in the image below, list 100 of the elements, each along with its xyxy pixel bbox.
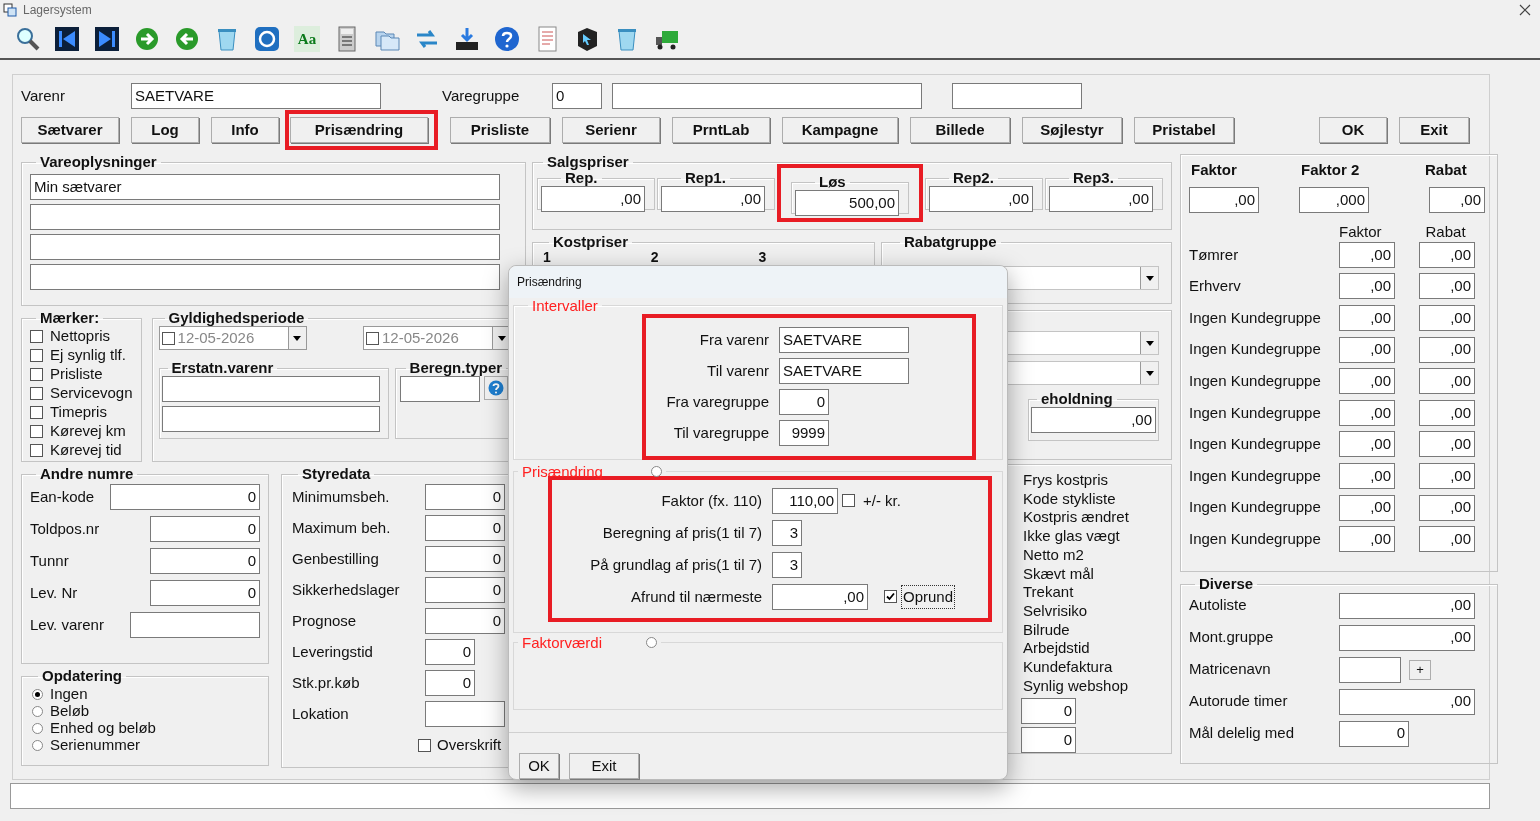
radio-button[interactable]	[32, 689, 43, 700]
close-icon[interactable]	[1519, 4, 1531, 16]
input-field[interactable]: ,000	[1299, 187, 1369, 213]
input-field[interactable]	[161, 406, 380, 432]
input-field[interactable]: 0	[425, 639, 475, 665]
button[interactable]: Søjlestyr	[1022, 117, 1122, 143]
input-field[interactable]	[399, 376, 480, 402]
input-field[interactable]: ,00	[1429, 187, 1485, 213]
radio-button[interactable]	[32, 723, 43, 734]
checkbox[interactable]	[30, 329, 43, 343]
help-icon[interactable]	[494, 26, 520, 52]
input-field[interactable]	[130, 612, 260, 638]
input-field[interactable]: ,00	[1419, 273, 1475, 300]
checkbox[interactable]	[842, 494, 855, 508]
input-field[interactable]: 0	[425, 484, 505, 510]
input-field[interactable]: 0	[110, 484, 260, 510]
input-field[interactable]: Min sætvarer	[30, 174, 500, 200]
button[interactable]: PrntLab	[672, 117, 770, 143]
input-field[interactable]: ,00	[1339, 273, 1395, 300]
input-field[interactable]: 500,00	[795, 190, 899, 216]
input-field[interactable]: 0	[425, 608, 505, 634]
arrow-right-icon[interactable]	[134, 26, 160, 52]
button[interactable]: Billede	[910, 117, 1010, 143]
arrow-left-icon[interactable]	[174, 26, 200, 52]
input-field[interactable]: 0	[150, 516, 260, 542]
input-field[interactable]: 9999	[779, 419, 829, 446]
input-field[interactable]: 0	[1021, 698, 1076, 725]
input-field[interactable]	[612, 83, 922, 109]
checkbox[interactable]	[30, 405, 43, 419]
button[interactable]: OK	[519, 753, 559, 779]
input-field[interactable]: ,00	[1419, 241, 1475, 268]
button[interactable]: Log	[131, 117, 199, 143]
radio-button[interactable]	[32, 740, 43, 751]
checkbox[interactable]	[30, 424, 43, 438]
input-field[interactable]	[161, 376, 380, 402]
input-field[interactable]: 3	[772, 519, 802, 546]
checkbox[interactable]	[30, 367, 43, 381]
font-button[interactable]: Aa	[294, 26, 320, 52]
button[interactable]: Pristabel	[1134, 117, 1234, 143]
input-field[interactable]: ,00	[1419, 526, 1475, 553]
input-field[interactable]: ,00	[1419, 462, 1475, 489]
input-field[interactable]: ,00	[1339, 368, 1395, 395]
input-field[interactable]	[30, 264, 500, 290]
input-field[interactable]: 0	[1339, 720, 1409, 747]
input-field[interactable]: 0	[425, 670, 475, 696]
checkbox[interactable]	[30, 443, 43, 457]
skip-end-icon[interactable]	[94, 26, 120, 52]
input-field[interactable]: ,00	[1339, 431, 1395, 458]
inbox-download-icon[interactable]	[454, 26, 480, 52]
checkbox[interactable]	[30, 348, 43, 362]
input-field[interactable]: 0	[150, 580, 260, 606]
input-field[interactable]: 0	[779, 388, 829, 415]
input-field[interactable]: SAETVARE	[779, 326, 909, 353]
input-field[interactable]: ,00	[1419, 305, 1475, 331]
input-field[interactable]: ,00	[1339, 592, 1475, 619]
input-field[interactable]	[952, 83, 1082, 109]
input-field[interactable]: ,00	[1339, 305, 1395, 331]
input-field[interactable]: 0	[425, 577, 505, 603]
input-field[interactable]: ,00	[1339, 399, 1395, 426]
input-field[interactable]: ,00	[1419, 399, 1475, 426]
button[interactable]: Exit	[1399, 117, 1469, 143]
input-field[interactable]	[30, 234, 500, 260]
input-field[interactable]: 3	[772, 551, 802, 578]
input-field[interactable]: ,00	[1339, 624, 1475, 651]
input-field[interactable]: ,00	[929, 186, 1033, 212]
input-field[interactable]: 0	[552, 83, 602, 109]
radio-button[interactable]	[32, 706, 43, 717]
button[interactable]: Prisliste	[450, 117, 550, 143]
input-field[interactable]: ,00	[1419, 431, 1475, 458]
input-field[interactable]: 0	[425, 515, 505, 541]
input-field[interactable]: ,00	[1339, 526, 1395, 553]
button[interactable]: Exit	[569, 753, 639, 779]
input-field[interactable]: 0	[150, 548, 260, 574]
add-button[interactable]: +	[1409, 659, 1431, 680]
input-field[interactable]: ,00	[1339, 688, 1475, 715]
search-icon[interactable]	[14, 26, 40, 52]
input-field[interactable]: ,00	[661, 186, 765, 212]
input-field[interactable]: SAETVARE	[779, 357, 909, 384]
input-field[interactable]: ,00	[1339, 494, 1395, 521]
input-field[interactable]: 0	[425, 546, 505, 572]
checkbox[interactable]	[418, 738, 431, 752]
input-field[interactable]	[425, 701, 505, 727]
input-field[interactable]: ,00	[1339, 462, 1395, 489]
input-field[interactable]: ,00	[1339, 241, 1395, 268]
input-field[interactable]: ,00	[1419, 336, 1475, 363]
help-button[interactable]	[483, 376, 508, 400]
input-field[interactable]: 0	[1021, 727, 1076, 754]
button[interactable]: Serienr	[562, 117, 660, 143]
radio-button[interactable]	[650, 466, 662, 478]
input-field[interactable]: ,00	[772, 583, 868, 610]
radio-button[interactable]	[646, 637, 658, 649]
button[interactable]: Kampagne	[782, 117, 898, 143]
input-field[interactable]: SAETVARE	[131, 83, 381, 109]
button[interactable]: OK	[1319, 117, 1387, 143]
input-field[interactable]: ,00	[1419, 494, 1475, 521]
button[interactable]: Sætvarer	[21, 117, 119, 143]
button[interactable]: Info	[211, 117, 279, 143]
skip-start-icon[interactable]	[54, 26, 80, 52]
checkbox[interactable]	[30, 386, 43, 400]
input-field[interactable]: 110,00	[772, 487, 838, 514]
